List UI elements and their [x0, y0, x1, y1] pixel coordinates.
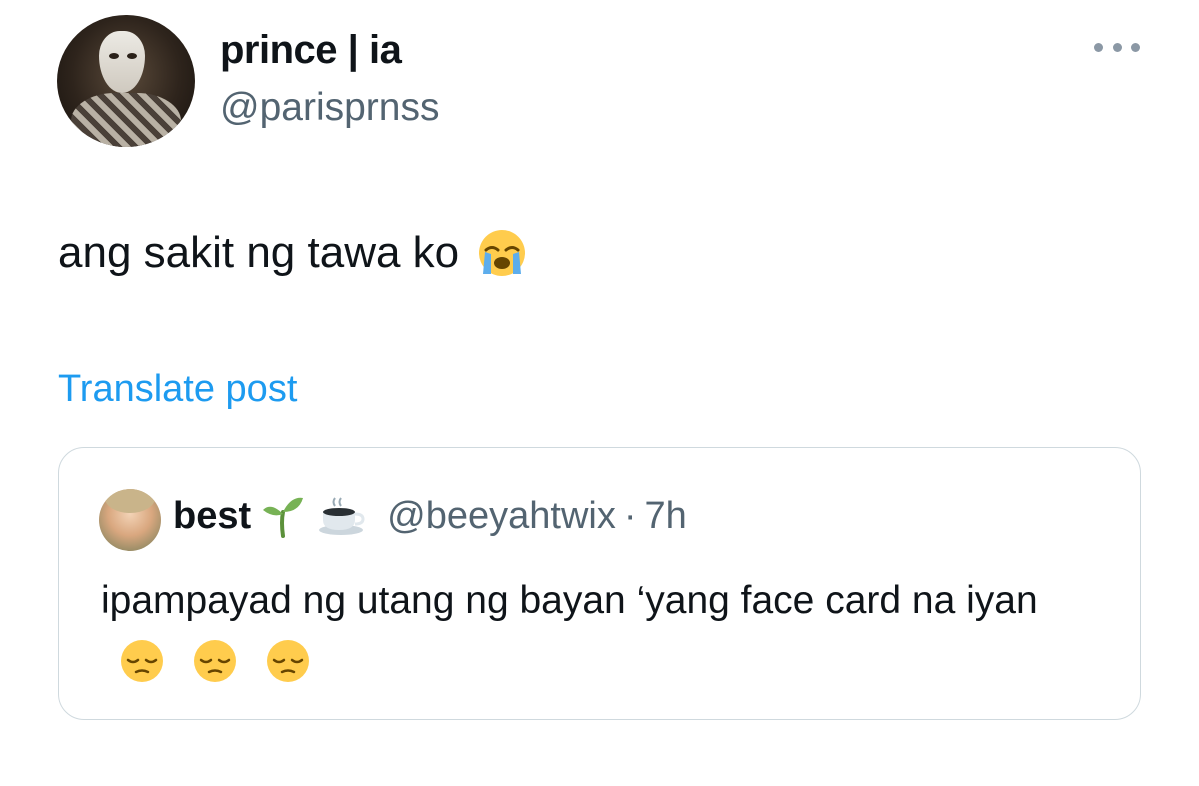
- seedling-icon: [263, 497, 304, 538]
- author-display-name[interactable]: prince | ia: [220, 28, 402, 73]
- quoted-text: ipampayad ng utang ng bayan ‘yang face c…: [101, 579, 1038, 622]
- pensive-face-icon: [266, 640, 309, 682]
- pensive-face-icon: [121, 640, 163, 682]
- quoted-tweet[interactable]: best @beeyahtwix · 7h ipampayad ng utang…: [58, 447, 1141, 720]
- hot-beverage-icon: [319, 497, 365, 535]
- quoted-text-block: ipampayad ng utang ng bayan ‘yang face c…: [101, 570, 1111, 694]
- author-handle[interactable]: @parisprnss: [220, 86, 440, 130]
- quoted-header: best @beeyahtwix · 7h: [173, 494, 687, 538]
- pensive-face-icon: [193, 640, 236, 682]
- quoted-handle[interactable]: @beeyahtwix: [387, 495, 616, 538]
- tweet-text: ang sakit ng tawa ko: [58, 228, 460, 277]
- separator-dot: ·: [623, 494, 637, 537]
- author-avatar[interactable]: [57, 15, 195, 147]
- tweet-view: prince | ia @parisprnss ang sakit ng taw…: [0, 0, 1199, 786]
- quoted-timestamp[interactable]: 7h: [644, 495, 686, 538]
- loudly-crying-face-icon: [479, 230, 526, 276]
- quoted-author-avatar[interactable]: [99, 489, 161, 551]
- quoted-display-name[interactable]: best: [173, 495, 251, 538]
- tweet-body: ang sakit ng tawa ko: [58, 228, 527, 278]
- translate-post-link[interactable]: Translate post: [58, 368, 297, 411]
- more-horizontal-icon[interactable]: [1094, 37, 1140, 57]
